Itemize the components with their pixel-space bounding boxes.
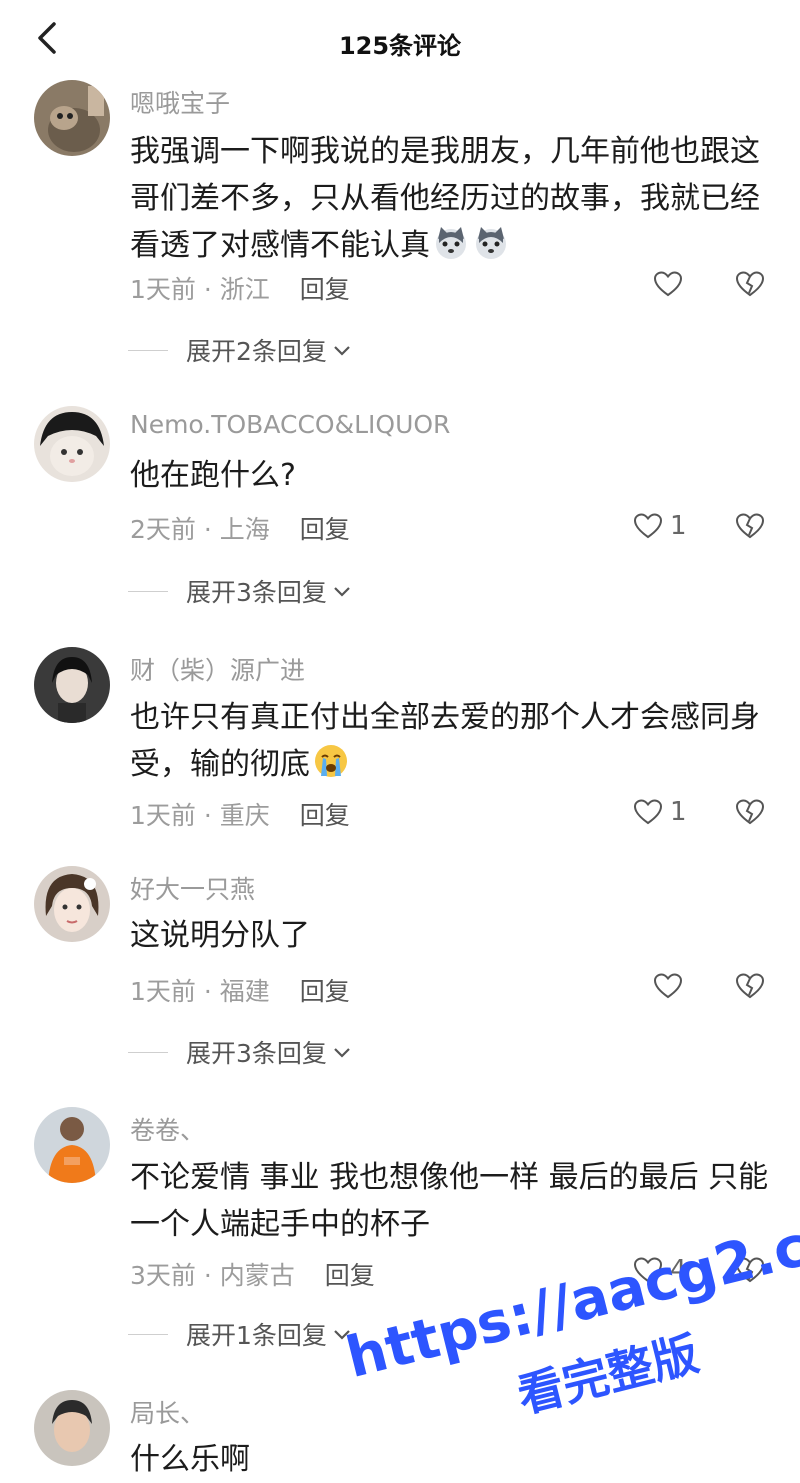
like-button[interactable] [652,268,690,300]
reply-button[interactable]: 回复 [300,515,350,544]
chevron-down-icon [334,1048,350,1058]
comment-meta: 1天前 · 重庆 回复 [130,801,350,830]
like-button[interactable]: 1 [632,796,687,828]
avatar[interactable] [34,866,110,942]
comment-meta: 3天前 · 内蒙古 回复 [130,1261,375,1290]
expand-replies-button[interactable]: 展开3条回复 [128,1034,353,1070]
reply-button[interactable]: 回复 [325,1261,375,1290]
comment-text: 不论爱情 事业 我也想像他一样 最后的最后 只能一个人端起手中的杯子 [130,1160,769,1242]
watermark-text: 看完整版 [512,1326,704,1424]
timestamp: 2天前 [130,515,196,544]
heart-icon [633,799,663,825]
location: 福建 [219,977,270,1006]
avatar[interactable] [34,80,110,156]
dislike-button[interactable] [734,1254,766,1286]
dislike-button[interactable] [734,796,766,828]
timestamp: 1天前 [130,275,196,304]
comment-text: 什么乐啊 [130,1442,250,1477]
husky-emoji [432,223,470,261]
dislike-button[interactable] [734,510,766,542]
timestamp: 1天前 [130,977,196,1006]
username[interactable]: 好大一只燕 [130,870,255,906]
location: 上海 [219,515,270,544]
broken-heart-icon [735,271,765,297]
comment-text: 这说明分队了 [130,918,310,953]
avatar[interactable] [34,647,110,723]
reply-button[interactable]: 回复 [300,977,350,1006]
username[interactable]: 卷卷、 [130,1111,205,1147]
avatar[interactable] [34,1390,110,1466]
chevron-down-icon [334,1330,350,1340]
crying-face-emoji [312,742,350,780]
like-count: 1 [670,797,687,827]
heart-icon [653,271,683,297]
top-bar: 125条评论 [0,0,800,80]
like-button[interactable]: 4 [632,1254,687,1286]
avatar[interactable] [34,406,110,482]
location: 重庆 [219,801,270,830]
username[interactable]: 嗯哦宝子 [130,84,230,120]
broken-heart-icon [735,799,765,825]
expand-replies-button[interactable]: 展开2条回复 [128,332,353,368]
expand-replies-button[interactable]: 展开1条回复 [128,1316,353,1352]
username[interactable]: 财（柴）源广进 [130,651,305,687]
divider [128,1333,168,1335]
page-title: 125条评论 [338,32,462,60]
heart-icon [633,1257,663,1283]
watermark: https://aacg2.com 看完整版 [340,1190,800,1453]
dislike-button[interactable] [734,268,766,300]
divider [128,1051,168,1053]
broken-heart-icon [735,1257,765,1283]
like-button[interactable]: 1 [632,510,687,542]
comment-text: 他在跑什么? [130,458,296,493]
divider [128,590,168,592]
dislike-button[interactable] [734,970,766,1002]
like-count: 4 [670,1255,687,1285]
reply-button[interactable]: 回复 [300,801,350,830]
like-count: 1 [670,511,687,541]
broken-heart-icon [735,973,765,999]
like-button[interactable] [652,970,690,1002]
comment-meta: 1天前 · 浙江 回复 [130,275,350,304]
husky-emoji [472,223,510,261]
comment-text: 也许只有真正付出全部去爱的那个人才会感同身受，输的彻底 [130,700,760,782]
location: 内蒙古 [219,1261,295,1290]
chevron-down-icon [334,346,350,356]
expand-replies-button[interactable]: 展开3条回复 [128,573,353,609]
heart-icon [653,973,683,999]
comment-meta: 1天前 · 福建 回复 [130,977,350,1006]
chevron-down-icon [334,587,350,597]
timestamp: 1天前 [130,801,196,830]
broken-heart-icon [735,513,765,539]
location: 浙江 [219,275,270,304]
heart-icon [633,513,663,539]
username[interactable]: 局长、 [130,1394,205,1430]
avatar[interactable] [34,1107,110,1183]
comment-meta: 2天前 · 上海 回复 [130,515,350,544]
comment-text: 我强调一下啊我说的是我朋友，几年前他也跟这哥们差不多，只从看他经历过的故事，我就… [130,134,760,263]
timestamp: 3天前 [130,1261,196,1290]
reply-button[interactable]: 回复 [300,275,350,304]
divider [128,349,168,351]
username[interactable]: Nemo.TOBACCO&LIQUOR [130,410,450,439]
